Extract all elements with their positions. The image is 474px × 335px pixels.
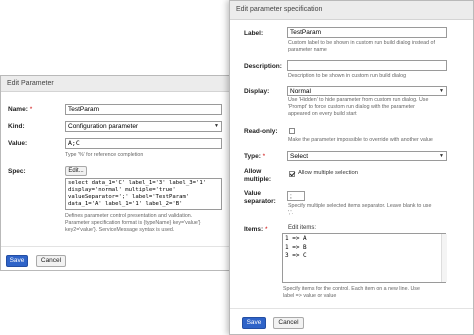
kind-select[interactable]: Configuration parameter ▼ [65,121,222,132]
spec-note-3: key2='value'}. ServiceMessage syntax is … [65,227,175,233]
cancel-button[interactable]: Cancel [36,255,66,267]
label-input[interactable]: TestParam [287,27,447,38]
cancel-button[interactable]: Cancel [273,317,304,329]
chevron-down-icon: ▼ [214,123,219,129]
kind-label: Kind: [8,123,25,130]
readonly-label: Read-only: [244,128,278,135]
footer-divider [230,308,473,309]
display-note-2: 'Prompt' to force custom run dialog with… [288,104,415,110]
description-input[interactable] [287,60,447,71]
items-title: Edit items: [288,225,317,231]
readonly-note: Make the parameter impossible to overrid… [288,137,433,143]
description-note: Description to be shown in custom run bu… [288,73,407,79]
spec-note-1: Defines parameter control presentation a… [65,213,193,219]
value-input[interactable]: A;C [65,138,222,149]
label-label: Label: [244,30,264,37]
items-scrollbar[interactable] [441,234,447,282]
dialog-title: Edit Parameter [1,76,235,92]
label-note-2: parameter name [288,47,327,53]
items-note-2: label => value or value [283,293,337,299]
type-select[interactable]: Select ▼ [287,151,447,161]
display-select[interactable]: Normal ▼ [287,86,447,96]
chevron-down-icon: ▼ [439,88,444,94]
display-note-1: Use 'Hidden' to hide parameter from cust… [288,97,429,103]
chevron-down-icon: ▼ [439,153,444,159]
display-note-3: appeared on every build start [288,111,357,117]
name-input[interactable]: TestParam [65,104,222,115]
items-label: Items: * [244,226,268,233]
allow-multiple-text: Allow multiple selection [298,170,358,176]
spec-textarea[interactable]: select data_1='C' label_1='3' label_3='1… [65,178,222,210]
value-separator-label: Value separator: [244,190,276,205]
readonly-checkbox[interactable] [289,128,295,134]
save-button[interactable]: Save [242,317,266,329]
footer-divider [1,246,235,247]
spec-label: Spec: [8,168,26,175]
dialog-title: Edit parameter specification [230,1,473,20]
save-button[interactable]: Save [6,255,28,267]
type-label: Type: * [244,153,266,160]
allow-multiple-checkbox[interactable] [289,171,295,177]
spec-note-2: Parameter specification format is {typeN… [65,220,201,226]
allow-multiple-label: Allow multiple: [244,168,272,183]
value-separator-note-1: Specify multiple selected items separato… [288,203,432,209]
value-separator-input[interactable]: ; [287,191,305,201]
value-note: Type '%' for reference completion [65,152,144,158]
value-label: Value: [8,140,28,147]
name-label: Name: * [8,106,33,113]
display-label: Display: [244,88,270,95]
label-note-1: Custom label to be shown in custom run b… [288,40,435,46]
items-note-1: Specify items for the control. Each item… [283,286,420,292]
edit-spec-button[interactable]: Edit... [65,166,87,176]
description-label: Description: [244,63,282,70]
edit-parameter-dialog: Edit Parameter Name: * TestParam Kind: C… [0,75,236,271]
edit-parameter-specification-dialog: Edit parameter specification Label: Test… [229,0,474,335]
value-separator-note-2: ','. [288,210,293,216]
items-textarea[interactable]: 1 => A 1 => B 3 => C [282,233,446,283]
